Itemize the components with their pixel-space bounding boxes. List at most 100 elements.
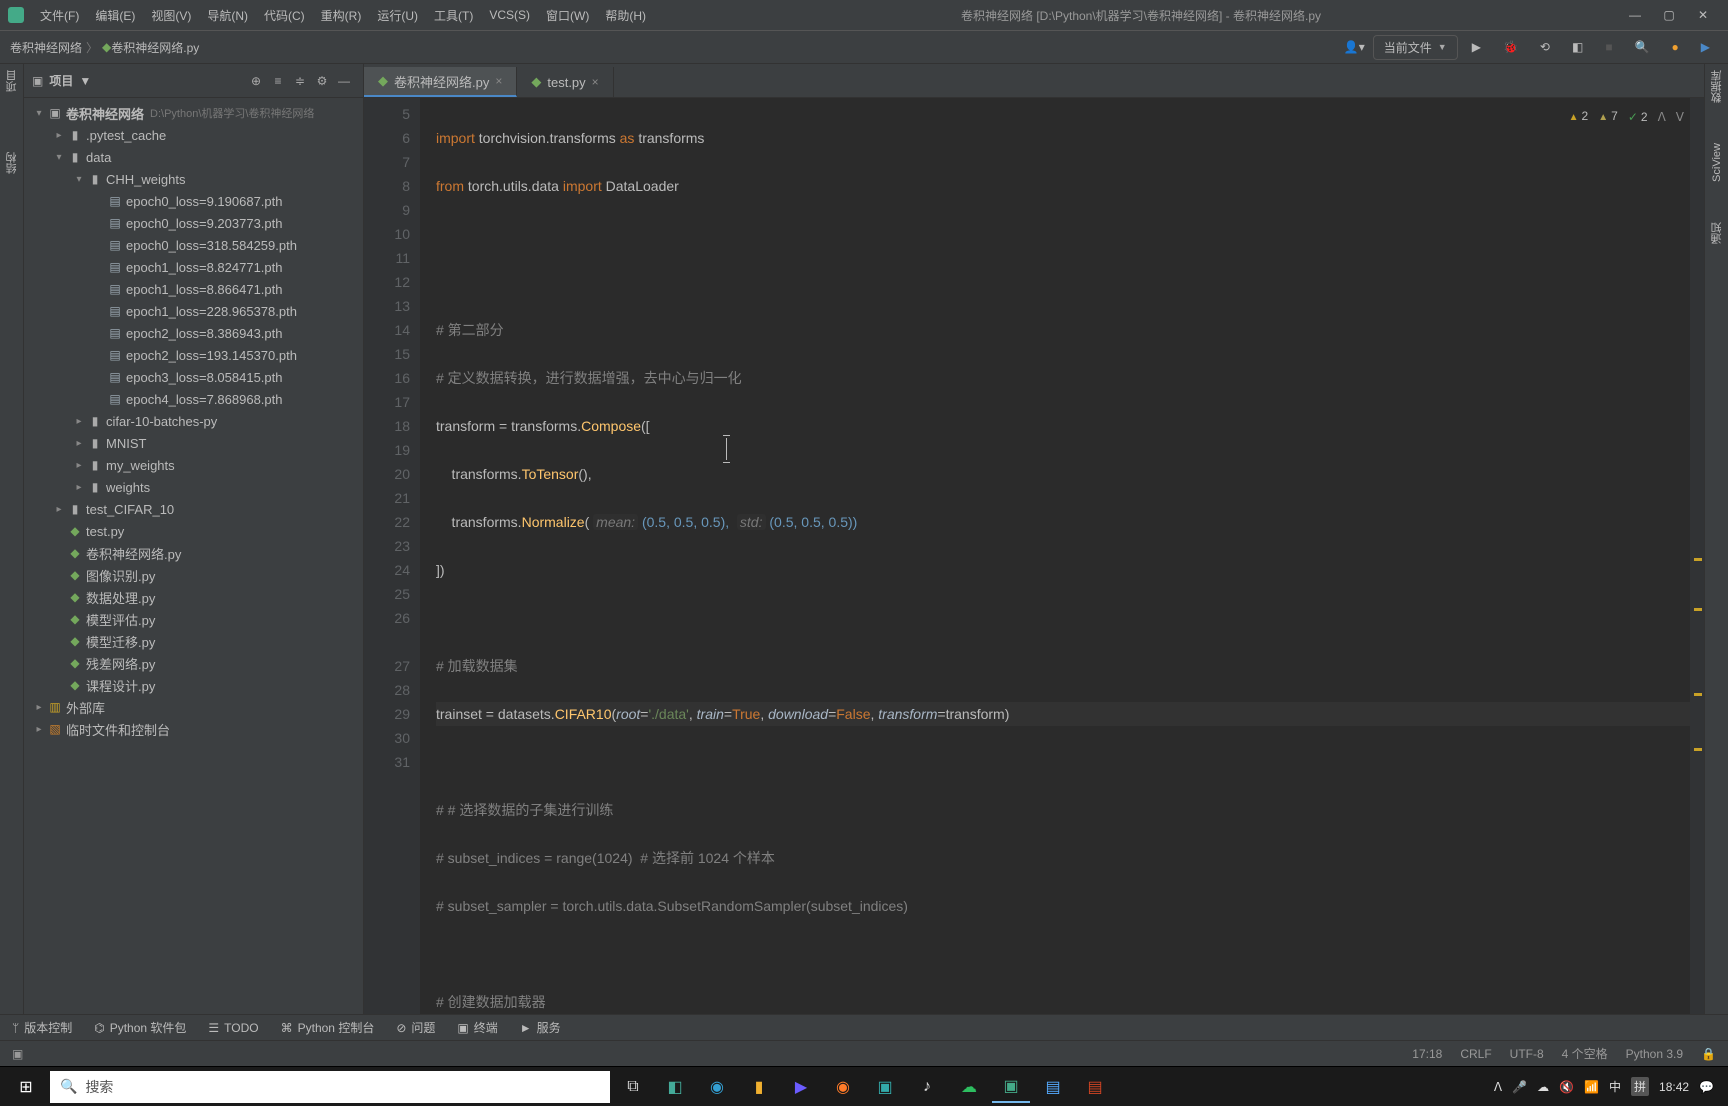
debug-button[interactable]: 🐞 xyxy=(1495,36,1526,58)
clock[interactable]: 18:42 xyxy=(1659,1080,1689,1094)
caret-position[interactable]: 17:18 xyxy=(1412,1047,1442,1061)
project-root[interactable]: ▾ ▣ 卷积神经网络 D:\Python\机器学习\卷积神经网络 xyxy=(24,102,363,124)
chevron-up-icon[interactable]: ᐱ xyxy=(1494,1080,1502,1094)
taskbar-app-icon[interactable]: ▤ xyxy=(1076,1071,1114,1103)
file-epoch0-c[interactable]: ▤epoch0_loss=318.584259.pth xyxy=(24,234,363,256)
taskbar-app-icon[interactable]: ▣ xyxy=(866,1071,904,1103)
close-button[interactable]: ✕ xyxy=(1696,8,1710,22)
network-icon[interactable]: 📶 xyxy=(1584,1080,1599,1094)
notifications-icon[interactable]: 💬 xyxy=(1699,1080,1714,1094)
folder-data[interactable]: ▾▮data xyxy=(24,146,363,168)
file-epoch2-b[interactable]: ▤epoch2_loss=193.145370.pth xyxy=(24,344,363,366)
inspections-widget[interactable]: 2 7 2 ᐱ ᐯ xyxy=(1569,104,1684,130)
chevron-right-icon[interactable]: ▸ xyxy=(52,130,66,141)
minimize-button[interactable]: — xyxy=(1628,8,1642,22)
weak-warnings-count[interactable]: 7 xyxy=(1598,104,1618,130)
taskbar-app-icon[interactable]: ♪ xyxy=(908,1071,946,1103)
file-test-py[interactable]: ◆test.py xyxy=(24,520,363,542)
menu-code[interactable]: 代码(C) xyxy=(256,7,313,24)
file-image-rec-py[interactable]: ◆图像识别.py xyxy=(24,564,363,586)
terminal-tool-button[interactable]: ▣终端 xyxy=(457,1019,497,1036)
chevron-down-icon[interactable]: ▾ xyxy=(72,174,86,185)
file-epoch1-b[interactable]: ▤epoch1_loss=8.866471.pth xyxy=(24,278,363,300)
code-content[interactable]: import torchvision.transforms as transfo… xyxy=(420,98,1690,1014)
menu-view[interactable]: 视图(V) xyxy=(143,7,199,24)
menu-edit[interactable]: 编辑(E) xyxy=(87,7,143,24)
file-encoding[interactable]: UTF-8 xyxy=(1510,1047,1544,1061)
breadcrumb-file[interactable]: 卷积神经网络.py xyxy=(111,39,199,56)
external-libraries[interactable]: ▸▥外部库 xyxy=(24,696,363,718)
nav-down-icon[interactable]: ᐯ xyxy=(1676,105,1684,129)
database-tool-button[interactable]: 数据库 xyxy=(1709,70,1725,103)
menu-tools[interactable]: 工具(T) xyxy=(426,7,481,24)
folder-my-weights[interactable]: ▸▮my_weights xyxy=(24,454,363,476)
file-epoch2-a[interactable]: ▤epoch2_loss=8.386943.pth xyxy=(24,322,363,344)
problems-tool-button[interactable]: ⊘问题 xyxy=(396,1019,435,1036)
taskbar-search[interactable]: 🔍 搜索 xyxy=(50,1071,610,1103)
microphone-icon[interactable]: 🎤 xyxy=(1512,1080,1527,1094)
nav-up-icon[interactable]: ᐱ xyxy=(1658,105,1666,129)
user-icon[interactable]: 👤▾ xyxy=(1336,36,1373,58)
search-everywhere-button[interactable]: 🔍 xyxy=(1627,36,1658,58)
python-interpreter[interactable]: Python 3.9 xyxy=(1626,1047,1683,1061)
folder-test-cifar[interactable]: ▸▮test_CIFAR_10 xyxy=(24,498,363,520)
maximize-button[interactable]: ▢ xyxy=(1662,8,1676,22)
collapse-all-button[interactable]: ≑ xyxy=(289,74,311,88)
run-config-selector[interactable]: 当前文件 ▼ xyxy=(1373,35,1458,60)
file-epoch0-a[interactable]: ▤epoch0_loss=9.190687.pth xyxy=(24,190,363,212)
typos-count[interactable]: 2 xyxy=(1628,105,1648,129)
breadcrumb-root[interactable]: 卷积神经网络 xyxy=(10,39,82,56)
chevron-right-icon[interactable]: ▸ xyxy=(72,460,86,471)
close-tab-icon[interactable]: × xyxy=(495,74,502,88)
project-tree[interactable]: ▾ ▣ 卷积神经网络 D:\Python\机器学习\卷积神经网络 ▸▮.pyte… xyxy=(24,98,363,1014)
edge-icon[interactable]: ◉ xyxy=(698,1071,736,1103)
marketplace-icon[interactable]: ▶ xyxy=(1693,36,1718,58)
line-separator[interactable]: CRLF xyxy=(1460,1047,1491,1061)
onedrive-icon[interactable]: ☁ xyxy=(1537,1080,1549,1094)
file-data-proc-py[interactable]: ◆数据处理.py xyxy=(24,586,363,608)
chevron-down-icon[interactable]: ▾ xyxy=(52,152,66,163)
file-model-eval-py[interactable]: ◆模型评估.py xyxy=(24,608,363,630)
tab-cnn-py[interactable]: ◆ 卷积神经网络.py × xyxy=(364,67,517,97)
reader-mode-icon[interactable]: 🔒 xyxy=(1701,1047,1716,1061)
volume-icon[interactable]: 🔇 xyxy=(1559,1080,1574,1094)
file-model-transfer-py[interactable]: ◆模型迁移.py xyxy=(24,630,363,652)
error-stripe[interactable] xyxy=(1690,98,1704,1014)
media-player-icon[interactable]: ▶ xyxy=(782,1071,820,1103)
coverage-button[interactable]: ⟲ xyxy=(1532,36,1558,58)
structure-tool-button[interactable]: 结构 xyxy=(4,152,20,174)
taskbar-app-icon[interactable]: ◧ xyxy=(656,1071,694,1103)
folder-weights[interactable]: ▸▮weights xyxy=(24,476,363,498)
task-view-icon[interactable]: ⧉ xyxy=(614,1071,652,1103)
menu-navigate[interactable]: 导航(N) xyxy=(199,7,256,24)
vcs-tool-button[interactable]: ᛘ版本控制 xyxy=(12,1019,72,1036)
select-opened-file-button[interactable]: ⊕ xyxy=(245,74,267,88)
chevron-right-icon[interactable]: ▸ xyxy=(72,416,86,427)
todo-tool-button[interactable]: ☰TODO xyxy=(208,1021,258,1035)
chevron-right-icon[interactable]: ▸ xyxy=(72,438,86,449)
file-resnet-py[interactable]: ◆残差网络.py xyxy=(24,652,363,674)
project-tool-button[interactable]: 项目 xyxy=(4,70,20,92)
file-cnn-py[interactable]: ◆卷积神经网络.py xyxy=(24,542,363,564)
expand-all-button[interactable]: ≡ xyxy=(267,74,289,88)
file-epoch3-a[interactable]: ▤epoch3_loss=8.058415.pth xyxy=(24,366,363,388)
python-packages-button[interactable]: ⌬Python 软件包 xyxy=(94,1019,186,1036)
file-epoch1-a[interactable]: ▤epoch1_loss=8.824771.pth xyxy=(24,256,363,278)
firefox-icon[interactable]: ◉ xyxy=(824,1071,862,1103)
menu-window[interactable]: 窗口(W) xyxy=(538,7,597,24)
file-epoch4-a[interactable]: ▤epoch4_loss=7.868968.pth xyxy=(24,388,363,410)
chevron-right-icon[interactable]: ▸ xyxy=(32,724,46,735)
menu-help[interactable]: 帮助(H) xyxy=(597,7,654,24)
code-editor[interactable]: 2 7 2 ᐱ ᐯ 567891011121314151617181920212… xyxy=(364,98,1704,1014)
tool-windows-button[interactable]: ▣ xyxy=(12,1047,23,1061)
ime-lang[interactable]: 中 xyxy=(1609,1078,1621,1095)
explorer-icon[interactable]: ▮ xyxy=(740,1071,778,1103)
chevron-right-icon[interactable]: ▸ xyxy=(52,504,66,515)
taskbar-app-icon[interactable]: ▤ xyxy=(1034,1071,1072,1103)
close-tab-icon[interactable]: × xyxy=(592,75,599,89)
file-course-design-py[interactable]: ◆课程设计.py xyxy=(24,674,363,696)
folder-cifar[interactable]: ▸▮cifar-10-batches-py xyxy=(24,410,363,432)
settings-button[interactable]: ⚙ xyxy=(311,74,333,88)
menu-run[interactable]: 运行(U) xyxy=(369,7,426,24)
ide-update-icon[interactable]: ● xyxy=(1664,36,1687,58)
